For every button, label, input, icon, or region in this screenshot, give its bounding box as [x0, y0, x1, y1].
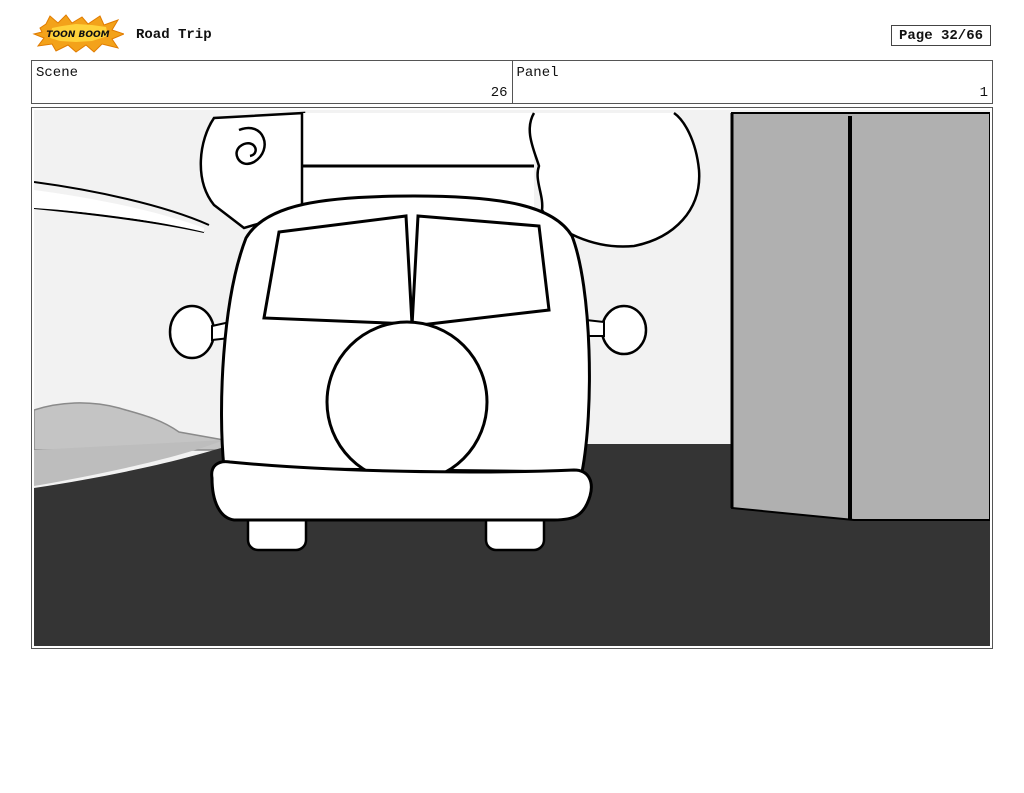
panel-label: Panel [516, 65, 559, 81]
scene-panel-info: Scene 26 Panel 1 [31, 60, 993, 104]
front-bumper [210, 460, 593, 522]
panel-cell: Panel 1 [511, 61, 993, 103]
logo-text: TOON BOOM [46, 30, 109, 40]
van-front-emblem [325, 320, 489, 484]
scene-cell: Scene 26 [32, 61, 512, 103]
page-indicator: Page 32/66 [891, 25, 991, 46]
toon-boom-logo: TOON BOOM [32, 14, 126, 54]
side-mirror-left [168, 304, 216, 360]
building-wall [731, 112, 990, 521]
scene-label: Scene [36, 65, 79, 81]
storyboard-panel [31, 107, 993, 649]
project-title: Road Trip [136, 27, 212, 43]
storyboard-sketch [34, 110, 990, 646]
windshield-left [262, 214, 414, 326]
scene-number: 26 [490, 85, 508, 101]
side-mirror-right [600, 304, 648, 356]
windshield-right [410, 214, 551, 328]
panel-number: 1 [979, 85, 988, 101]
logo-burst-icon: TOON BOOM [32, 14, 126, 53]
